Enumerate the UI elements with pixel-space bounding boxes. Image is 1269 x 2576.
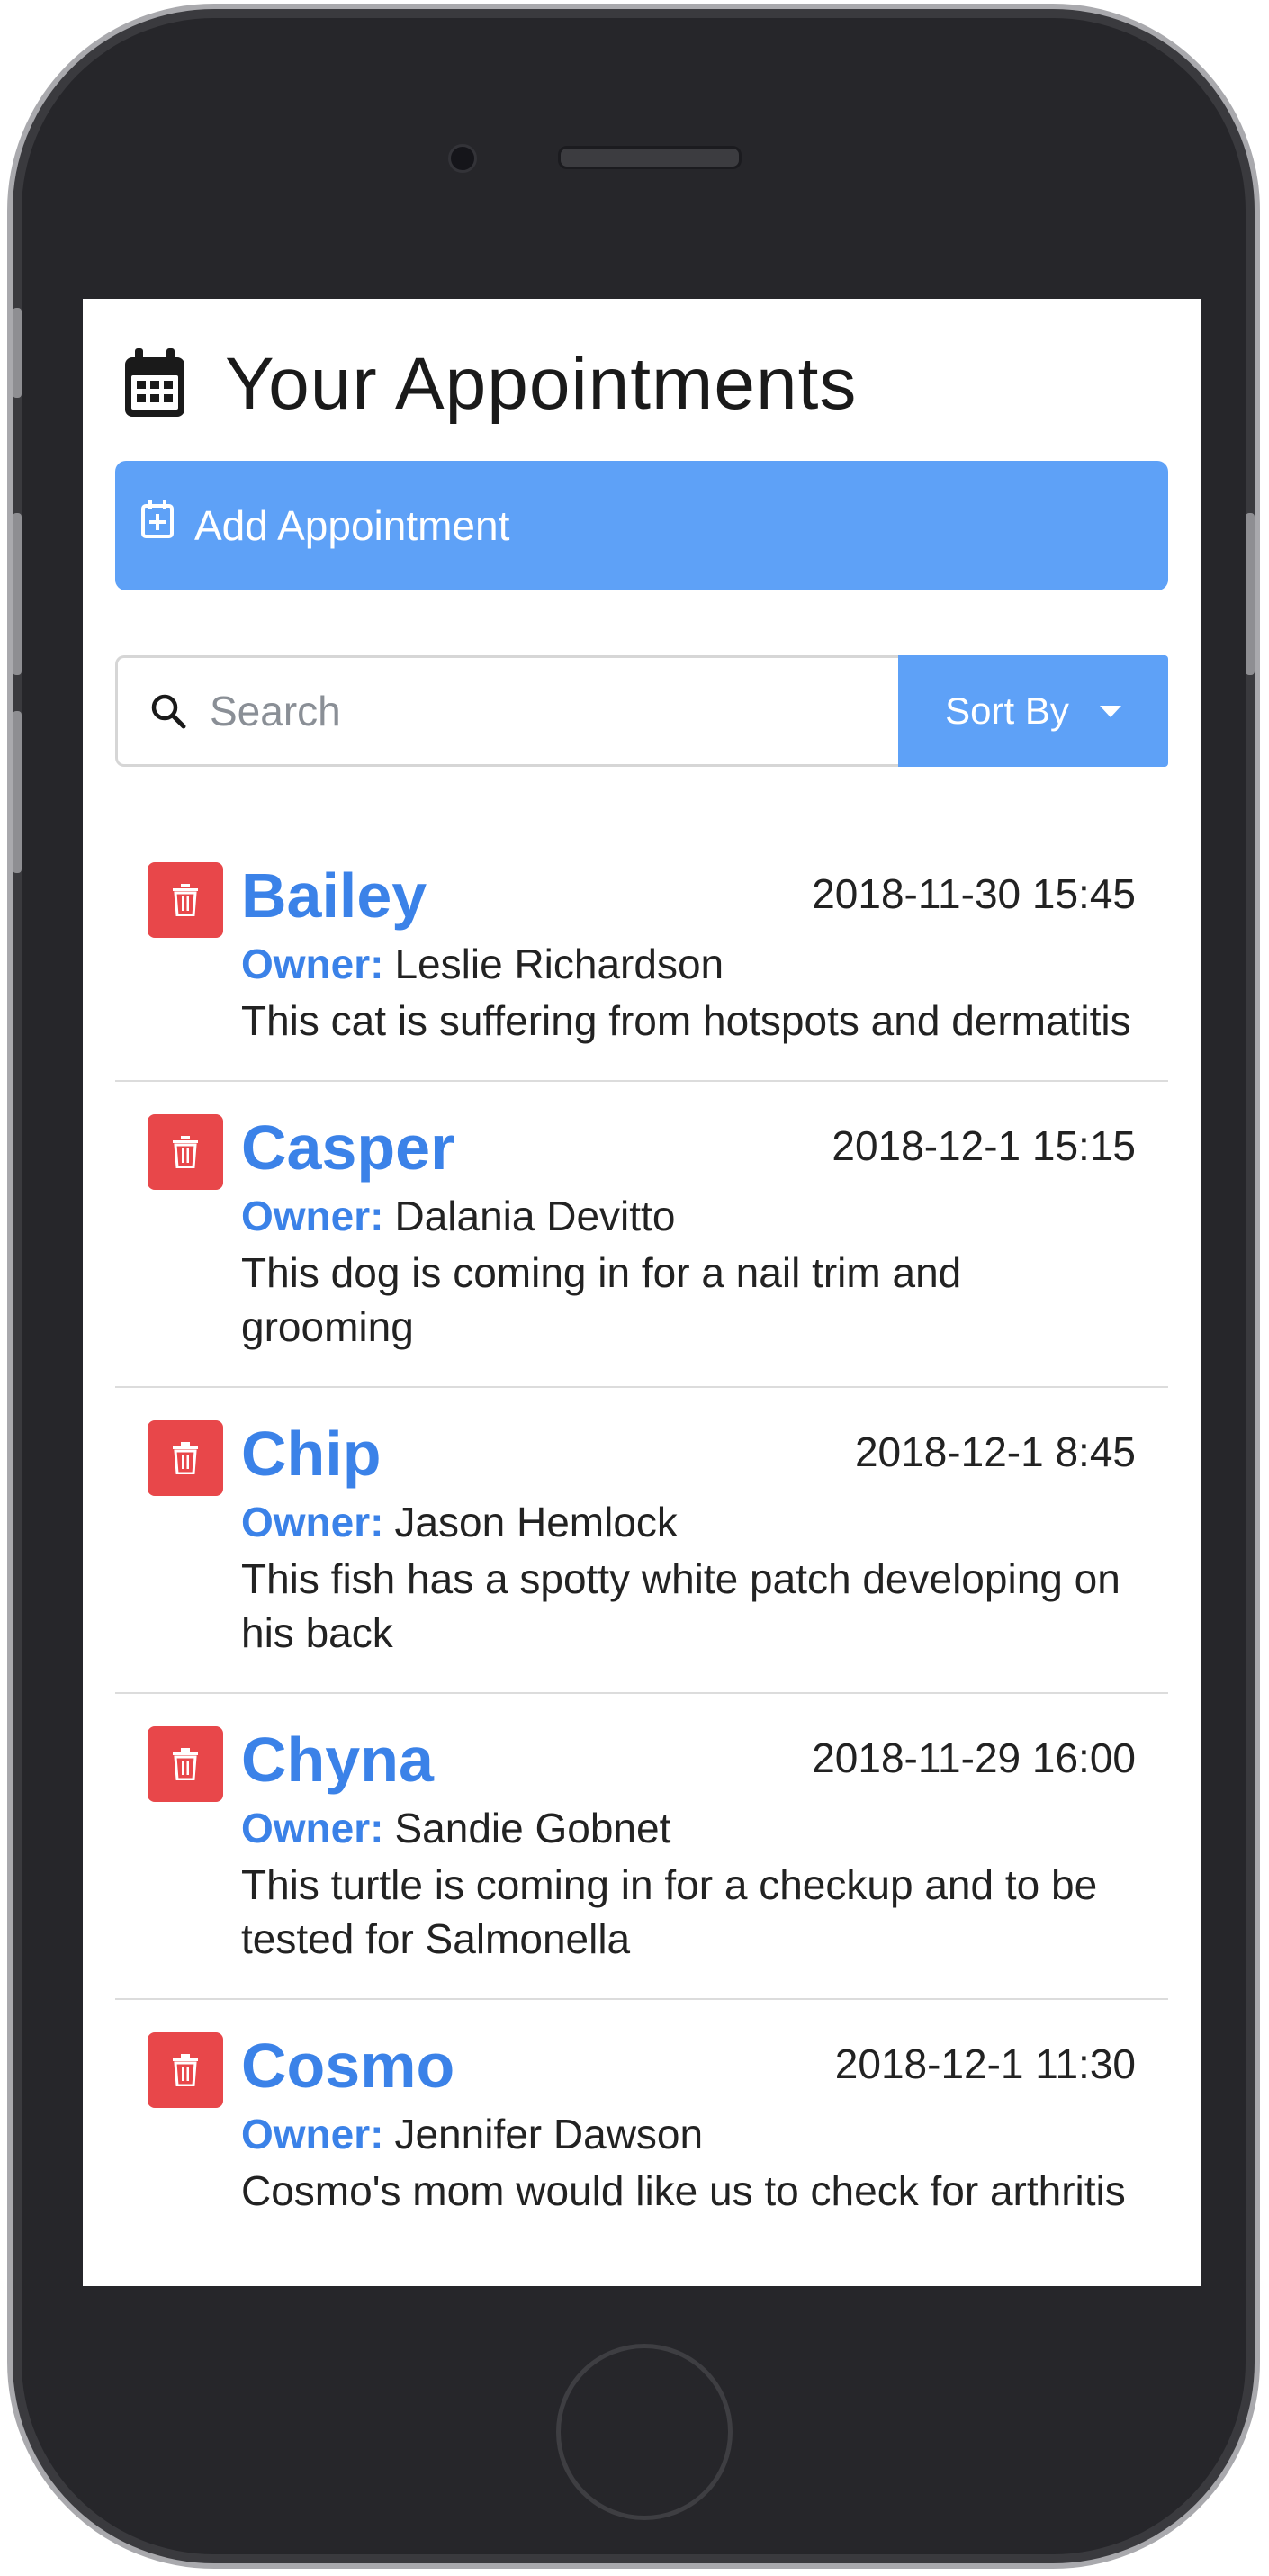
app-screen: Your Appointments Add Appointment Search… — [83, 299, 1201, 2286]
appointment-notes: This turtle is coming in for a checkup a… — [241, 1861, 1098, 1962]
trash-icon — [173, 884, 198, 916]
appointment-date: 2018-12-1 15:15 — [832, 1122, 1136, 1169]
volume-down-button — [13, 711, 22, 873]
delete-button[interactable] — [148, 1726, 223, 1802]
owner-line: Owner: Jason Hemlock — [241, 1492, 1136, 1552]
trash-icon — [173, 2054, 198, 2086]
page-header: Your Appointments — [122, 335, 857, 434]
appointment-item: Chip 2018-12-1 8:45 Owner: Jason Hemlock … — [115, 1388, 1168, 1694]
caret-down-icon — [1099, 705, 1121, 717]
sort-by-dropdown[interactable]: Sort By — [898, 655, 1168, 767]
appointment-notes: This cat is suffering from hotspots and … — [241, 997, 1131, 1044]
owner-label: Owner: — [241, 941, 384, 987]
owner-name: Jennifer Dawson — [394, 2111, 704, 2157]
owner-label: Owner: — [241, 1193, 384, 1239]
trash-icon — [173, 1136, 198, 1168]
search-input[interactable] — [208, 686, 788, 736]
page-title: Your Appointments — [225, 343, 858, 425]
owner-name: Dalania Devitto — [394, 1193, 676, 1239]
appointment-list: Bailey 2018-11-30 15:45 Owner: Leslie Ric… — [115, 830, 1168, 2250]
sort-by-label: Sort By — [945, 689, 1069, 732]
owner-name: Sandie Gobnet — [394, 1805, 671, 1851]
owner-label: Owner: — [241, 2111, 384, 2157]
add-appointment-label: Add Appointment — [194, 502, 510, 549]
appointment-item: Bailey 2018-11-30 15:45 Owner: Leslie Ric… — [115, 830, 1168, 1082]
owner-line: Owner: Jennifer Dawson — [241, 2104, 1136, 2164]
phone-frame: Your Appointments Add Appointment Search… — [7, 4, 1260, 2569]
appointment-date: 2018-11-30 15:45 — [812, 870, 1136, 917]
calendar-plus-icon — [141, 500, 174, 538]
owner-line: Owner: Leslie Richardson — [241, 934, 1136, 994]
owner-name: Leslie Richardson — [394, 941, 724, 987]
search-box — [115, 655, 898, 767]
trash-icon — [173, 1442, 198, 1474]
appointment-date: 2018-11-29 16:00 — [812, 1734, 1136, 1781]
home-button[interactable] — [556, 2344, 733, 2520]
appointment-item: Chyna 2018-11-29 16:00 Owner: Sandie Gobn… — [115, 1694, 1168, 2000]
delete-button[interactable] — [148, 862, 223, 938]
appointment-notes: This fish has a spotty white patch devel… — [241, 1555, 1120, 1656]
appointment-item: Cosmo 2018-12-1 11:30 Owner: Jennifer Daw… — [115, 2000, 1168, 2250]
appointment-date: 2018-12-1 11:30 — [834, 2040, 1136, 2087]
trash-icon — [173, 1748, 198, 1780]
mute-switch — [13, 308, 22, 398]
appointment-notes: This dog is coming in for a nail trim an… — [241, 1249, 962, 1350]
search-icon — [151, 694, 186, 729]
owner-label: Owner: — [241, 1805, 384, 1851]
volume-up-button — [13, 513, 22, 675]
calendar-icon — [125, 348, 184, 417]
owner-name: Jason Hemlock — [394, 1499, 678, 1545]
power-button — [1246, 513, 1255, 675]
owner-line: Owner: Sandie Gobnet — [241, 1798, 1136, 1858]
owner-line: Owner: Dalania Devitto — [241, 1186, 1136, 1246]
owner-label: Owner: — [241, 1499, 384, 1545]
front-camera — [448, 144, 477, 173]
delete-button[interactable] — [148, 1114, 223, 1190]
delete-button[interactable] — [148, 1420, 223, 1496]
delete-button[interactable] — [148, 2032, 223, 2108]
appointment-notes: Cosmo's mom would like us to check for a… — [241, 2167, 1126, 2214]
appointment-date: 2018-12-1 8:45 — [854, 1428, 1136, 1475]
appointment-item: Casper 2018-12-1 15:15 Owner: Dalania Dev… — [115, 1082, 1168, 1388]
add-appointment-button[interactable]: Add Appointment — [115, 461, 1168, 590]
earpiece-speaker — [558, 146, 742, 169]
search-sort-bar: Sort By — [115, 655, 1168, 767]
